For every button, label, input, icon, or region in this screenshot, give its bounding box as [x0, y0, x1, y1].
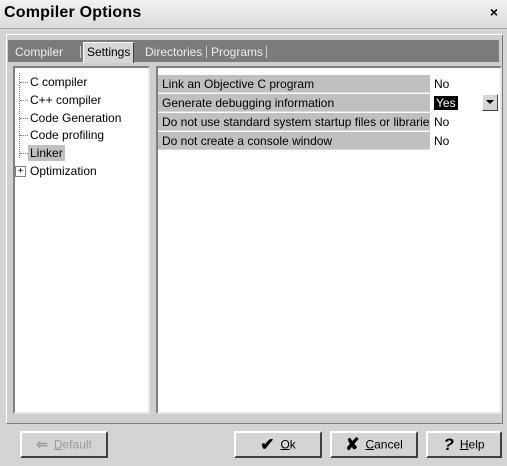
setting-row[interactable]: Do not use standard system startup files… [158, 113, 500, 131]
setting-value[interactable]: No [432, 75, 502, 93]
setting-name: Do not use standard system startup files… [158, 113, 430, 131]
dropdown-arrow-icon[interactable] [482, 94, 498, 111]
tree-item-code-profiling[interactable]: Code profiling [30, 127, 104, 143]
tree-item-linker[interactable]: Linker [28, 145, 65, 161]
setting-row[interactable]: Generate debugging information Yes [158, 94, 500, 112]
window-title: Compiler Options [4, 4, 142, 21]
close-icon[interactable]: × [487, 4, 501, 20]
setting-value[interactable]: No [432, 132, 502, 150]
question-mark-icon: ? [443, 435, 454, 455]
tab-separator [266, 46, 267, 58]
tree-connector [20, 100, 28, 101]
ok-button[interactable]: ✔ Ok [234, 431, 322, 458]
tab-separator [206, 46, 207, 58]
cancel-button[interactable]: ✘ Cancel [330, 431, 418, 458]
setting-name: Link an Objective C program [158, 75, 430, 93]
tree-item-cpp-compiler[interactable]: C++ compiler [30, 92, 101, 108]
expand-plus-icon[interactable]: + [15, 166, 26, 177]
default-button[interactable]: ⇐ Default [20, 431, 108, 458]
tab-directories[interactable]: Directories [142, 43, 205, 61]
checkmark-icon: ✔ [260, 435, 275, 455]
setting-name: Generate debugging information [158, 94, 430, 112]
title-bar: Compiler Options × [0, 0, 507, 29]
tab-compiler[interactable]: Compiler [12, 43, 66, 61]
tree-connector [20, 118, 28, 119]
back-arrow-icon: ⇐ [36, 436, 48, 453]
setting-value[interactable]: No [432, 113, 502, 131]
tree-item-code-generation[interactable]: Code Generation [30, 110, 121, 126]
tree-connector [20, 153, 28, 154]
tree-connector [20, 135, 28, 136]
tree-item-c-compiler[interactable]: C compiler [30, 74, 87, 90]
tree-item-optimization[interactable]: Optimization [30, 163, 97, 179]
setting-row[interactable]: Link an Objective C program No [158, 75, 500, 93]
tree-connector [19, 73, 20, 158]
setting-name: Do not create a console window [158, 132, 430, 150]
help-button[interactable]: ? Help [426, 431, 502, 458]
tab-separator [80, 46, 81, 58]
tree-connector [20, 82, 28, 83]
tab-programs[interactable]: Programs [208, 43, 266, 61]
tab-settings[interactable]: Settings [83, 42, 135, 63]
setting-value[interactable]: Yes [434, 96, 458, 110]
setting-row[interactable]: Do not create a console window No [158, 132, 500, 150]
cancel-x-icon: ✘ [345, 435, 360, 455]
